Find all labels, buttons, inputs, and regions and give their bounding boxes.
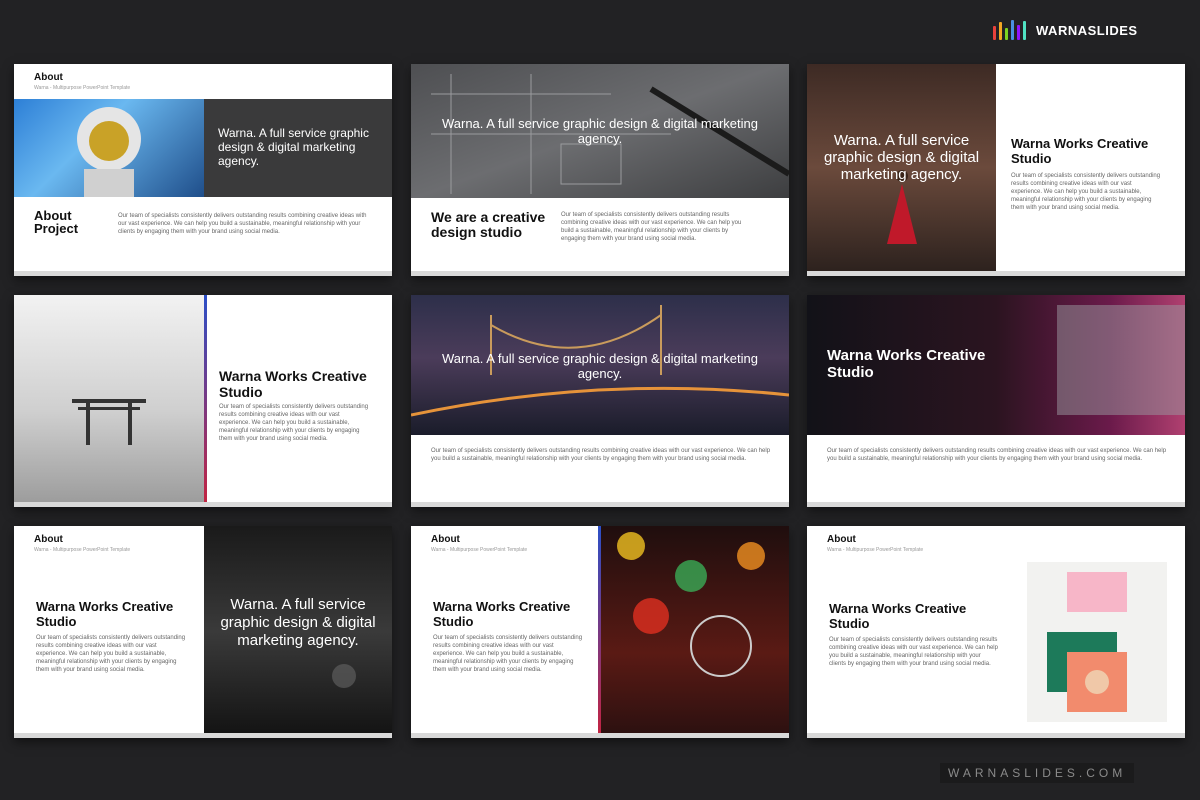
accent-bar (204, 295, 207, 507)
slide-footer (807, 733, 1185, 738)
astronaut-image (14, 99, 204, 197)
watermark-text: WARNASLIDES.COM (940, 763, 1135, 783)
bokeh-lights (617, 532, 765, 677)
design-desk-image (1027, 562, 1167, 722)
brand-logo: WARNASLIDES (993, 20, 1138, 40)
slide-heading: We are a creative design studio (431, 209, 546, 240)
slide-body: Our team of specialists consistently del… (118, 213, 367, 235)
slide-heading: Warna Works Creative Studio (36, 599, 174, 629)
slide-heading: About Project (34, 208, 79, 236)
slide-subtitle: Warna - Multipurpose PowerPoint Template (827, 547, 924, 553)
slide-body: Our team of specialists consistently del… (1011, 173, 1161, 211)
slide-label: About (34, 72, 63, 83)
brand-name: WARNASLIDES (1036, 22, 1138, 38)
slide-body: Our team of specialists consistently del… (431, 448, 771, 462)
slide-subtitle: Warna - Multipurpose PowerPoint Template (431, 547, 528, 553)
overlay-text: Warna. A full service graphic design & d… (441, 351, 758, 381)
slide-thumbnail[interactable]: About Warna - Multipurpose PowerPoint Te… (14, 526, 392, 738)
overlay-text: Warna. A full service graphic design & d… (218, 126, 369, 168)
slide-thumbnail[interactable]: Warna. A full service graphic design & d… (411, 64, 789, 276)
slide-footer (14, 733, 392, 738)
slide-footer (807, 271, 1185, 276)
slide-heading: Warna Works Creative Studio (829, 601, 967, 631)
slide-subtitle: Warna - Multipurpose PowerPoint Template (34, 85, 131, 91)
overlay-text: Warna. A full service graphic design & d… (220, 596, 376, 649)
slide-label: About (827, 534, 856, 545)
slide-footer (411, 502, 789, 507)
slide-subtitle: Warna - Multipurpose PowerPoint Template (34, 547, 131, 553)
brand-bars-icon (993, 20, 1026, 40)
slide-footer (14, 271, 392, 276)
slide-footer (807, 502, 1185, 507)
desk-items (1047, 572, 1127, 712)
slide-body: Our team of specialists consistently del… (219, 404, 369, 442)
astronaut-icon (77, 107, 141, 197)
slide-footer (411, 271, 789, 276)
slide-footer (411, 733, 789, 738)
overlay-text: Warna. A full service graphic design & d… (441, 116, 758, 146)
overlay-text: Warna Works Creative Studio (827, 347, 986, 381)
slide-thumbnail[interactable]: Warna Works Creative Studio Our team of … (807, 295, 1185, 507)
slide-thumbnail[interactable]: Warna. A full service graphic design & d… (807, 64, 1185, 276)
bokeh-lightbulb-image (601, 526, 789, 738)
slide-thumbnail[interactable]: About Warna - Multipurpose PowerPoint Te… (14, 64, 392, 276)
slide-body: Our team of specialists consistently del… (36, 635, 186, 673)
slide-heading: Warna Works Creative Studio (219, 368, 367, 400)
slide-heading: Warna Works Creative Studio (433, 599, 571, 629)
slide-thumbnail[interactable]: About Warna - Multipurpose PowerPoint Te… (411, 526, 789, 738)
torii-gate-icon (72, 399, 146, 445)
slide-label: About (34, 534, 63, 545)
overlay-text: Warna. A full service graphic design & d… (823, 132, 980, 183)
slide-footer (14, 502, 392, 507)
slide-thumbnail[interactable]: About Warna - Multipurpose PowerPoint Te… (807, 526, 1185, 738)
slide-thumbnail[interactable]: Warna Works Creative Studio Our team of … (14, 295, 392, 507)
slide-body: Our team of specialists consistently del… (827, 448, 1167, 462)
slide-heading: Warna Works Creative Studio (1011, 136, 1149, 166)
slide-body: Our team of specialists consistently del… (829, 637, 998, 667)
torii-gate-image (14, 295, 204, 507)
slide-body: Our team of specialists consistently del… (433, 635, 583, 673)
slide-label: About (431, 534, 460, 545)
slide-thumbnail[interactable]: Warna. A full service graphic design & d… (411, 295, 789, 507)
slide-body: Our team of specialists consistently del… (561, 212, 742, 242)
